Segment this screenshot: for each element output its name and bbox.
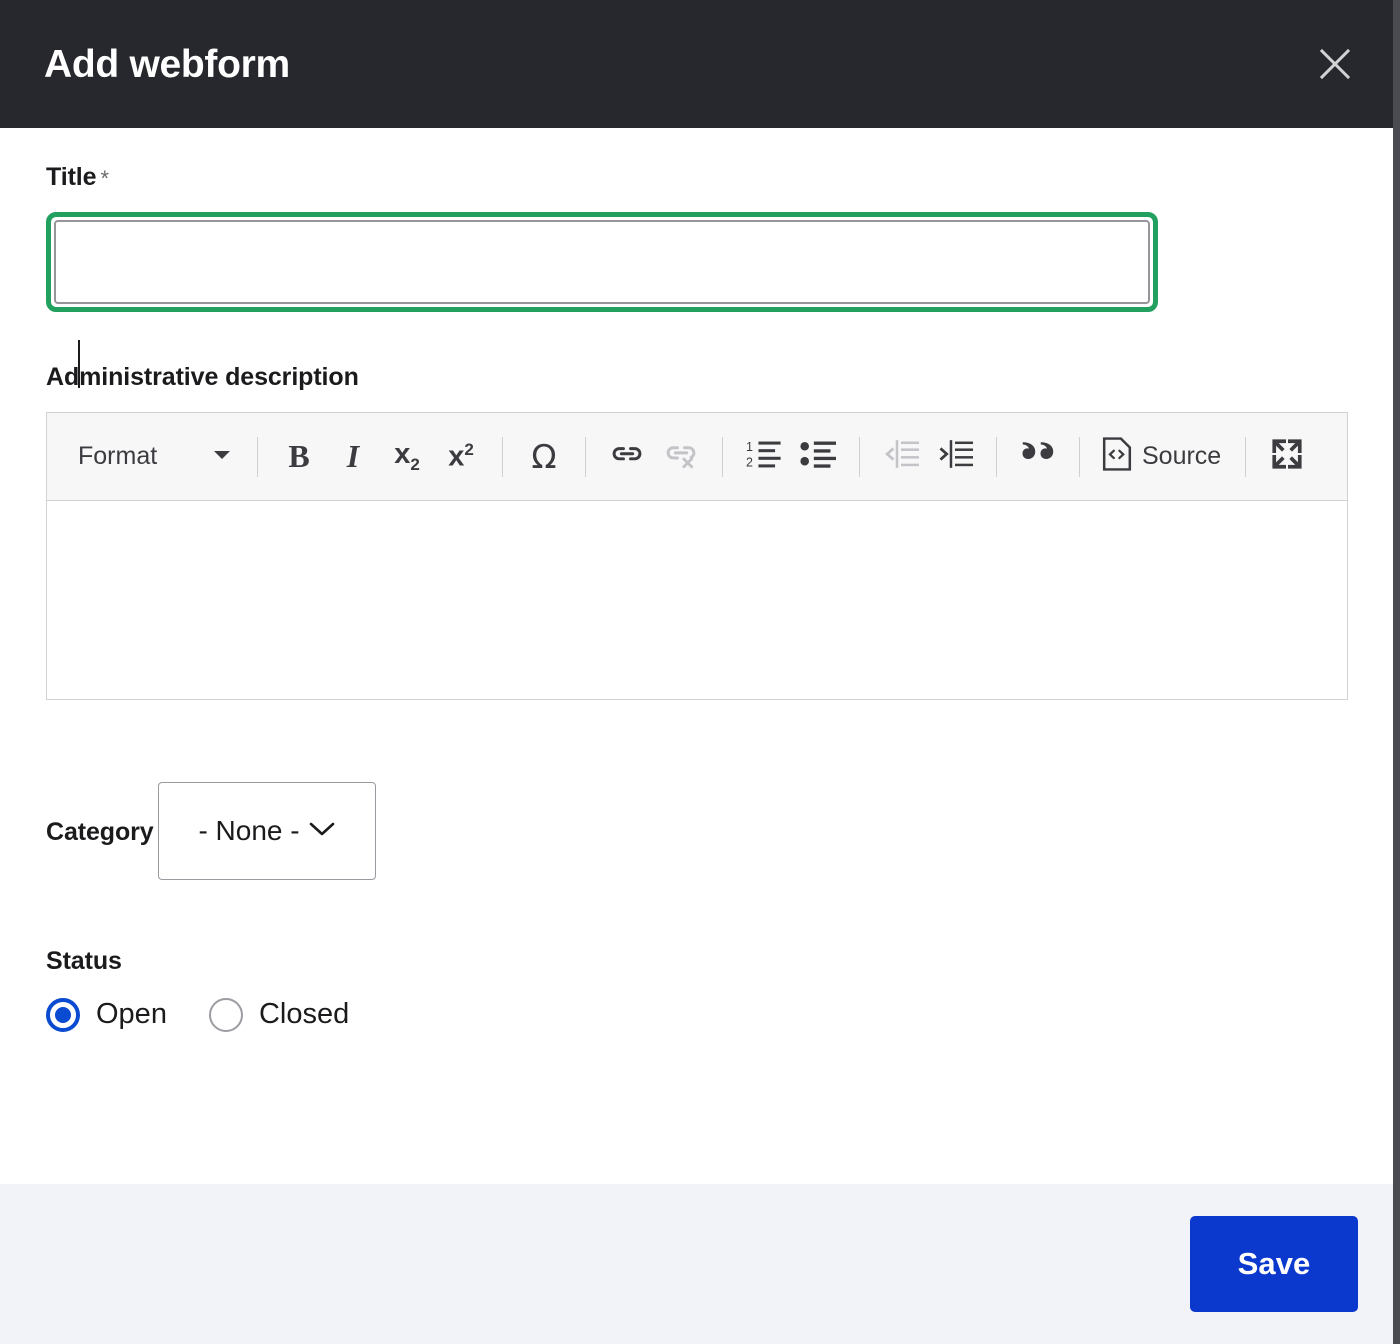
chevron-down-icon <box>308 820 336 843</box>
toolbar-separator <box>1245 436 1247 477</box>
blockquote-button[interactable] <box>1011 430 1065 484</box>
indent-button[interactable] <box>928 430 982 484</box>
status-radio-open-label: Open <box>96 998 167 1031</box>
unlink-button <box>654 430 708 484</box>
bold-icon: B <box>288 438 310 475</box>
format-dropdown[interactable]: Format <box>61 431 243 483</box>
status-radio-open[interactable]: Open <box>46 997 167 1032</box>
toolbar-separator <box>257 436 258 477</box>
status-radio-group: Open Closed <box>46 997 1348 1032</box>
dialog-body: Title * Administrative description Format <box>0 128 1393 1184</box>
category-select[interactable]: - None - <box>158 782 377 881</box>
status-radio-closed[interactable]: Closed <box>208 997 350 1032</box>
dialog-title: Add webform <box>44 42 290 86</box>
italic-button[interactable]: I <box>326 430 380 484</box>
toolbar-separator <box>502 436 503 477</box>
indent-icon <box>937 438 973 475</box>
status-label: Status <box>46 947 122 976</box>
format-dropdown-label: Format <box>78 442 158 471</box>
svg-text:2: 2 <box>746 456 753 470</box>
rich-text-editor: Format B I x2 x2 Ω 1 2 Source <box>46 412 1348 701</box>
bulleted-list-button[interactable] <box>791 430 845 484</box>
toolbar-separator <box>1079 436 1080 477</box>
subscript-button[interactable]: x2 <box>380 430 434 484</box>
title-field-group: Title * <box>46 163 1348 312</box>
toolbar-separator <box>996 436 997 477</box>
toolbar-separator <box>859 436 860 477</box>
source-code-icon <box>1102 437 1132 476</box>
omega-icon: Ω <box>531 437 557 477</box>
maximize-icon <box>1270 437 1304 476</box>
title-input-focus-ring <box>46 211 1158 312</box>
save-button[interactable]: Save <box>1190 1216 1358 1312</box>
close-dialog-button[interactable] <box>1311 40 1359 88</box>
chevron-down-icon <box>213 448 231 466</box>
superscript-button[interactable]: x2 <box>434 430 488 484</box>
radio-open-indicator[interactable] <box>46 997 80 1032</box>
subscript-icon: x2 <box>394 438 420 475</box>
editor-toolbar: Format B I x2 x2 Ω 1 2 Source <box>47 413 1347 502</box>
source-button-label: Source <box>1142 442 1222 471</box>
numbered-list-icon: 1 2 <box>746 438 782 475</box>
superscript-icon: x2 <box>448 440 474 474</box>
administrative-description-label: Administrative description <box>46 362 359 391</box>
dialog-footer: Save <box>0 1184 1393 1344</box>
unlink-icon <box>664 437 698 476</box>
bold-button[interactable]: B <box>272 430 326 484</box>
italic-icon: I <box>346 438 360 475</box>
source-button[interactable]: Source <box>1094 430 1231 484</box>
administrative-description-group: Administrative description Format B I x2… <box>46 362 1348 701</box>
toolbar-separator <box>722 436 723 477</box>
status-field-group: Status Open Closed <box>46 948 1348 1032</box>
title-input[interactable] <box>54 219 1150 304</box>
close-icon <box>1318 47 1352 81</box>
dialog-right-edge <box>1393 0 1400 1344</box>
bulleted-list-icon <box>800 438 836 475</box>
status-radio-closed-label: Closed <box>258 998 350 1031</box>
maximize-button[interactable] <box>1260 430 1314 484</box>
special-character-button[interactable]: Ω <box>517 430 571 484</box>
outdent-icon <box>883 438 919 475</box>
link-icon <box>610 437 644 476</box>
quote-icon <box>1020 439 1056 474</box>
title-label: Title * <box>46 163 109 191</box>
category-selected-value: - None - <box>198 815 300 847</box>
outdent-button <box>874 430 928 484</box>
category-label: Category <box>46 818 154 847</box>
category-field-group: Category - None - <box>46 760 1348 881</box>
add-webform-dialog: Add webform Title * Administrative descri… <box>0 0 1400 1344</box>
dialog-header: Add webform <box>0 0 1393 128</box>
numbered-list-button[interactable]: 1 2 <box>737 430 791 484</box>
editor-content-area[interactable] <box>47 501 1347 700</box>
toolbar-separator <box>585 436 586 477</box>
radio-closed-indicator[interactable] <box>208 997 243 1032</box>
required-marker: * <box>100 166 109 191</box>
link-button[interactable] <box>600 430 654 484</box>
svg-text:1: 1 <box>746 441 753 455</box>
